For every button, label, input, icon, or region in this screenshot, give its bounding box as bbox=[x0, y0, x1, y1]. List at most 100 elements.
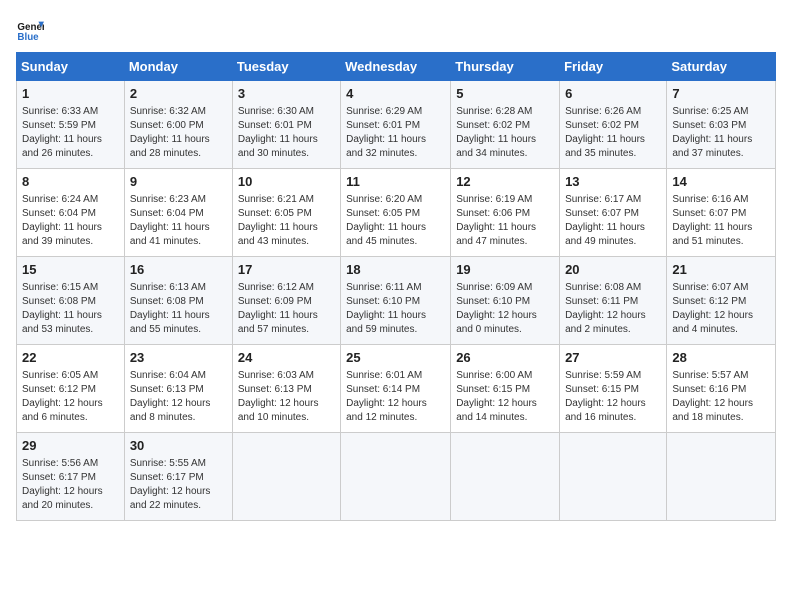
cell-text: Daylight: 11 hours bbox=[130, 221, 227, 235]
day-number: 17 bbox=[238, 261, 335, 279]
cell-text: and 20 minutes. bbox=[22, 499, 119, 513]
calendar-cell-29: 29Sunrise: 5:56 AMSunset: 6:17 PMDayligh… bbox=[17, 433, 125, 521]
cell-text: Sunset: 6:11 PM bbox=[565, 295, 661, 309]
cell-text: and 59 minutes. bbox=[346, 323, 445, 337]
cell-text: Daylight: 12 hours bbox=[672, 309, 770, 323]
cell-text: Sunrise: 6:21 AM bbox=[238, 193, 335, 207]
cell-text: Sunrise: 6:12 AM bbox=[238, 281, 335, 295]
cell-text: Sunset: 6:14 PM bbox=[346, 383, 445, 397]
cell-text: and 12 minutes. bbox=[346, 411, 445, 425]
cell-text: Sunrise: 5:59 AM bbox=[565, 369, 661, 383]
day-number: 19 bbox=[456, 261, 554, 279]
day-number: 22 bbox=[22, 349, 119, 367]
cell-text: Sunrise: 6:24 AM bbox=[22, 193, 119, 207]
cell-text: Sunrise: 6:00 AM bbox=[456, 369, 554, 383]
calendar-cell-16: 16Sunrise: 6:13 AMSunset: 6:08 PMDayligh… bbox=[124, 257, 232, 345]
calendar-cell-14: 14Sunrise: 6:16 AMSunset: 6:07 PMDayligh… bbox=[667, 169, 776, 257]
cell-text: Sunrise: 5:56 AM bbox=[22, 457, 119, 471]
calendar-cell-5: 5Sunrise: 6:28 AMSunset: 6:02 PMDaylight… bbox=[451, 81, 560, 169]
calendar-cell-30: 30Sunrise: 5:55 AMSunset: 6:17 PMDayligh… bbox=[124, 433, 232, 521]
cell-text: Daylight: 11 hours bbox=[565, 133, 661, 147]
calendar-cell-empty bbox=[667, 433, 776, 521]
cell-text: Daylight: 11 hours bbox=[346, 133, 445, 147]
day-number: 9 bbox=[130, 173, 227, 191]
calendar-cell-2: 2Sunrise: 6:32 AMSunset: 6:00 PMDaylight… bbox=[124, 81, 232, 169]
calendar-cell-3: 3Sunrise: 6:30 AMSunset: 6:01 PMDaylight… bbox=[232, 81, 340, 169]
cell-text: Daylight: 12 hours bbox=[346, 397, 445, 411]
cell-text: Sunset: 6:15 PM bbox=[456, 383, 554, 397]
day-number: 5 bbox=[456, 85, 554, 103]
col-header-sunday: Sunday bbox=[17, 53, 125, 81]
cell-text: Daylight: 11 hours bbox=[238, 133, 335, 147]
cell-text: Daylight: 12 hours bbox=[565, 397, 661, 411]
cell-text: and 49 minutes. bbox=[565, 235, 661, 249]
col-header-wednesday: Wednesday bbox=[341, 53, 451, 81]
col-header-saturday: Saturday bbox=[667, 53, 776, 81]
cell-text: and 22 minutes. bbox=[130, 499, 227, 513]
svg-text:Blue: Blue bbox=[17, 32, 39, 43]
cell-text: Sunset: 6:08 PM bbox=[22, 295, 119, 309]
cell-text: and 57 minutes. bbox=[238, 323, 335, 337]
cell-text: and 18 minutes. bbox=[672, 411, 770, 425]
calendar-cell-20: 20Sunrise: 6:08 AMSunset: 6:11 PMDayligh… bbox=[560, 257, 667, 345]
cell-text: Daylight: 11 hours bbox=[130, 309, 227, 323]
calendar-cell-10: 10Sunrise: 6:21 AMSunset: 6:05 PMDayligh… bbox=[232, 169, 340, 257]
cell-text: and 30 minutes. bbox=[238, 147, 335, 161]
cell-text: Sunrise: 6:04 AM bbox=[130, 369, 227, 383]
calendar-cell-empty bbox=[232, 433, 340, 521]
cell-text: Sunset: 6:05 PM bbox=[238, 207, 335, 221]
cell-text: and 0 minutes. bbox=[456, 323, 554, 337]
day-number: 3 bbox=[238, 85, 335, 103]
cell-text: Sunset: 6:17 PM bbox=[130, 471, 227, 485]
cell-text: Sunset: 6:17 PM bbox=[22, 471, 119, 485]
cell-text: Sunrise: 6:23 AM bbox=[130, 193, 227, 207]
cell-text: and 47 minutes. bbox=[456, 235, 554, 249]
cell-text: Sunset: 6:07 PM bbox=[565, 207, 661, 221]
cell-text: and 6 minutes. bbox=[22, 411, 119, 425]
cell-text: Sunset: 6:03 PM bbox=[672, 119, 770, 133]
day-number: 30 bbox=[130, 437, 227, 455]
cell-text: Sunset: 6:07 PM bbox=[672, 207, 770, 221]
calendar-cell-28: 28 Sunrise: 5:57 AMSunset: 6:16 PMDayligh… bbox=[667, 345, 776, 433]
cell-text: Sunrise: 5:57 AM bbox=[672, 369, 770, 383]
cell-text: Daylight: 11 hours bbox=[130, 133, 227, 147]
cell-text: Daylight: 12 hours bbox=[672, 397, 770, 411]
calendar-cell-7: 7 Sunrise: 6:25 AMSunset: 6:03 PMDaylight… bbox=[667, 81, 776, 169]
cell-text: and 28 minutes. bbox=[130, 147, 227, 161]
cell-text: Sunrise: 6:15 AM bbox=[22, 281, 119, 295]
day-number: 24 bbox=[238, 349, 335, 367]
day-number: 15 bbox=[22, 261, 119, 279]
cell-text: and 16 minutes. bbox=[565, 411, 661, 425]
cell-text: and 32 minutes. bbox=[346, 147, 445, 161]
cell-text: Sunrise: 6:25 AM bbox=[672, 105, 770, 119]
logo-icon: General Blue bbox=[16, 16, 44, 44]
day-number: 7 bbox=[672, 85, 770, 103]
day-number: 28 bbox=[672, 349, 770, 367]
calendar-cell-21: 21Sunrise: 6:07 AMSunset: 6:12 PMDayligh… bbox=[667, 257, 776, 345]
cell-text: Daylight: 12 hours bbox=[565, 309, 661, 323]
day-number: 2 bbox=[130, 85, 227, 103]
day-number: 29 bbox=[22, 437, 119, 455]
cell-text: Sunset: 6:04 PM bbox=[22, 207, 119, 221]
day-number: 25 bbox=[346, 349, 445, 367]
logo: General Blue bbox=[16, 16, 44, 44]
cell-text: Sunset: 6:16 PM bbox=[672, 383, 770, 397]
calendar-cell-9: 9 Sunrise: 6:23 AMSunset: 6:04 PMDaylight… bbox=[124, 169, 232, 257]
calendar-cell-6: 6Sunrise: 6:26 AMSunset: 6:02 PMDaylight… bbox=[560, 81, 667, 169]
cell-text: Daylight: 11 hours bbox=[22, 133, 119, 147]
col-header-monday: Monday bbox=[124, 53, 232, 81]
cell-text: Sunrise: 6:20 AM bbox=[346, 193, 445, 207]
cell-text: Sunset: 6:02 PM bbox=[456, 119, 554, 133]
cell-text: Daylight: 11 hours bbox=[672, 133, 770, 147]
cell-text: and 8 minutes. bbox=[130, 411, 227, 425]
day-number: 6 bbox=[565, 85, 661, 103]
cell-text: Sunrise: 6:05 AM bbox=[22, 369, 119, 383]
cell-text: Daylight: 11 hours bbox=[346, 309, 445, 323]
cell-text: Daylight: 12 hours bbox=[456, 309, 554, 323]
cell-text: Sunrise: 5:55 AM bbox=[130, 457, 227, 471]
cell-text: and 14 minutes. bbox=[456, 411, 554, 425]
calendar-cell-8: 8Sunrise: 6:24 AMSunset: 6:04 PMDaylight… bbox=[17, 169, 125, 257]
page-header: General Blue bbox=[16, 16, 776, 44]
cell-text: Sunset: 6:04 PM bbox=[130, 207, 227, 221]
cell-text: Sunrise: 6:19 AM bbox=[456, 193, 554, 207]
